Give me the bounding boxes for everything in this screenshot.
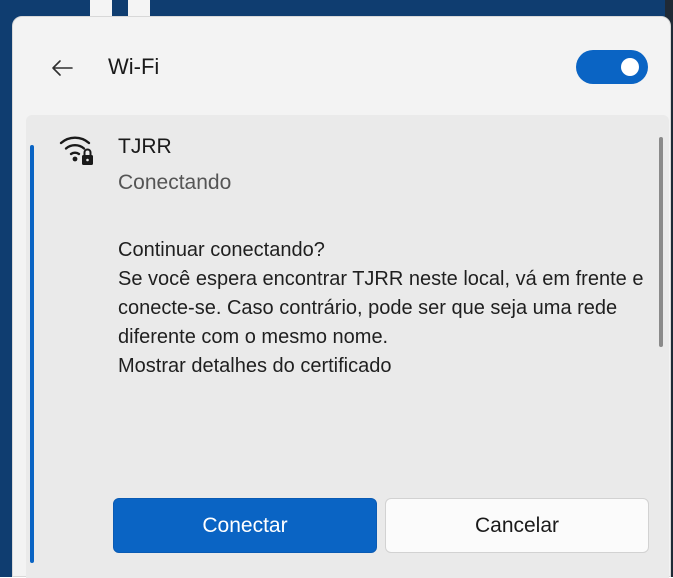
wifi-flyout-panel: Wi-Fi TJRR Conectando Continuar conectan…	[12, 16, 671, 578]
arrow-left-icon	[52, 60, 73, 76]
flyout-header: Wi-Fi	[13, 17, 670, 117]
page-title: Wi-Fi	[108, 54, 160, 79]
show-certificate-link[interactable]: Mostrar detalhes do certificado	[118, 352, 663, 381]
connection-prompt: Continuar conectando? Se você espera enc…	[118, 236, 663, 381]
network-card: TJRR Conectando Continuar conectando? Se…	[26, 115, 669, 578]
wifi-toggle[interactable]	[576, 50, 648, 84]
back-button[interactable]	[45, 51, 79, 85]
wifi-secured-lock-icon	[59, 136, 93, 165]
toggle-knob	[621, 58, 639, 76]
prompt-question: Continuar conectando?	[118, 239, 325, 261]
selected-accent-bar	[30, 145, 34, 563]
network-status: Conectando	[118, 171, 232, 194]
cancel-button[interactable]: Cancelar	[385, 498, 649, 553]
prompt-body: Se você espera encontrar TJRR neste loca…	[118, 268, 644, 348]
network-name: TJRR	[118, 135, 172, 158]
connect-button[interactable]: Conectar	[113, 498, 377, 553]
